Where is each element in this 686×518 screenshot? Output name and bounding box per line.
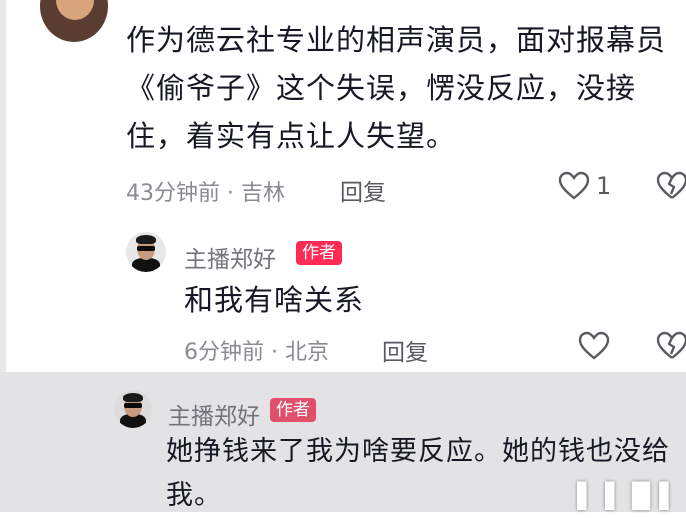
reply-text: 和我有啥关系 (184, 283, 365, 317)
reply-button[interactable]: 回复 (382, 333, 428, 367)
comment-meta: 43分钟前 · 吉林 (126, 181, 285, 206)
heart-outline-icon[interactable] (558, 170, 590, 202)
author-name[interactable]: 主播郑好 (168, 397, 260, 431)
watermark-glyphs: ▌▐ ▐▌▌ (577, 482, 678, 510)
broken-heart-icon[interactable] (656, 330, 686, 362)
reply-button[interactable]: 回复 (340, 173, 386, 207)
like-count: 1 (596, 172, 612, 200)
heart-outline-icon[interactable] (578, 330, 610, 362)
comment-text-line: 《偷爷子》这个失误，愣没反应，没接 (126, 71, 637, 105)
author-name[interactable]: 主播郑好 (184, 240, 276, 274)
author-badge: 作者 (296, 241, 342, 265)
author-avatar[interactable] (114, 390, 152, 428)
comment-text-line: 住，着实有点让人失望。 (126, 119, 457, 153)
broken-heart-icon[interactable] (656, 170, 686, 202)
comment-text: 作为德云社专业的相声演员，面对报幕员 《偷爷子》这个失误，愣没反应，没接 住，着… (126, 16, 686, 160)
commenter-avatar[interactable] (40, 0, 108, 42)
reply-meta: 6分钟前 · 北京 (184, 340, 329, 365)
author-avatar[interactable] (126, 232, 166, 272)
reply-text-line: 她挣钱来了我为啥要反应。她的钱也没给 (166, 436, 670, 467)
author-badge: 作者 (270, 398, 316, 422)
comment-text-line: 作为德云社专业的相声演员，面对报幕员 (126, 23, 667, 57)
